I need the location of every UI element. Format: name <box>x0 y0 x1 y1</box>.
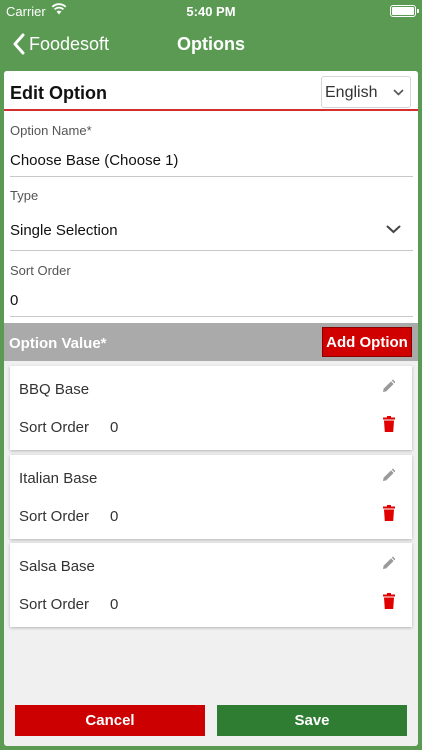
type-label: Type <box>10 188 39 203</box>
language-select[interactable]: English <box>321 76 411 108</box>
edit-option-title: Edit Option <box>10 83 107 103</box>
option-sort-label: Sort Order <box>19 508 90 525</box>
chevron-left-icon <box>12 33 25 55</box>
option-value-header: Option Value* Add Option <box>4 323 418 361</box>
pencil-icon[interactable] <box>381 467 396 488</box>
status-bar: Carrier 5:40 PM <box>0 0 422 22</box>
option-value-item: Salsa Base Sort Order 0 <box>10 543 412 627</box>
clock: 5:40 PM <box>186 4 236 19</box>
type-select[interactable]: Single Selection <box>10 222 118 239</box>
option-sort-value: 0 <box>110 596 119 613</box>
option-value-label: Option Value* <box>9 335 107 352</box>
pencil-icon[interactable] <box>381 378 396 399</box>
option-sort-label: Sort Order <box>19 419 90 436</box>
chevron-down-icon[interactable] <box>386 225 401 234</box>
trash-icon[interactable] <box>383 505 395 526</box>
option-value-name: Salsa Base <box>19 558 95 575</box>
option-value-name: BBQ Base <box>19 381 90 398</box>
sort-order-field[interactable]: 0 <box>10 292 18 309</box>
edit-option-header: Edit Option English <box>4 71 418 111</box>
navigation-bar: Foodesoft Options <box>0 22 422 66</box>
pencil-icon[interactable] <box>381 555 396 576</box>
option-sort-value: 0 <box>110 419 119 436</box>
language-value: English <box>325 84 378 101</box>
edit-option-card: Edit Option English Option Name* Choose … <box>4 71 418 746</box>
add-option-button[interactable]: Add Option <box>322 327 412 357</box>
divider <box>10 316 413 317</box>
chevron-down-icon <box>393 89 404 96</box>
option-sort-label: Sort Order <box>19 596 90 613</box>
divider <box>10 176 413 177</box>
trash-icon[interactable] <box>383 416 395 437</box>
option-value-name: Italian Base <box>19 470 98 487</box>
back-button[interactable]: Foodesoft <box>12 31 109 57</box>
cancel-button[interactable]: Cancel <box>15 705 205 736</box>
sort-order-label: Sort Order <box>10 263 71 278</box>
option-value-item: BBQ Base Sort Order 0 <box>10 366 412 450</box>
save-button[interactable]: Save <box>217 705 407 736</box>
divider <box>10 250 413 251</box>
trash-icon[interactable] <box>383 593 395 614</box>
option-sort-value: 0 <box>110 508 119 525</box>
back-label: Foodesoft <box>29 33 110 54</box>
option-name-field[interactable]: Choose Base (Choose 1) <box>10 152 178 169</box>
option-form: Edit Option English Option Name* Choose … <box>4 71 418 323</box>
option-value-item: Italian Base Sort Order 0 <box>10 455 412 539</box>
option-name-label: Option Name* <box>10 123 92 138</box>
battery-icon <box>390 5 419 17</box>
